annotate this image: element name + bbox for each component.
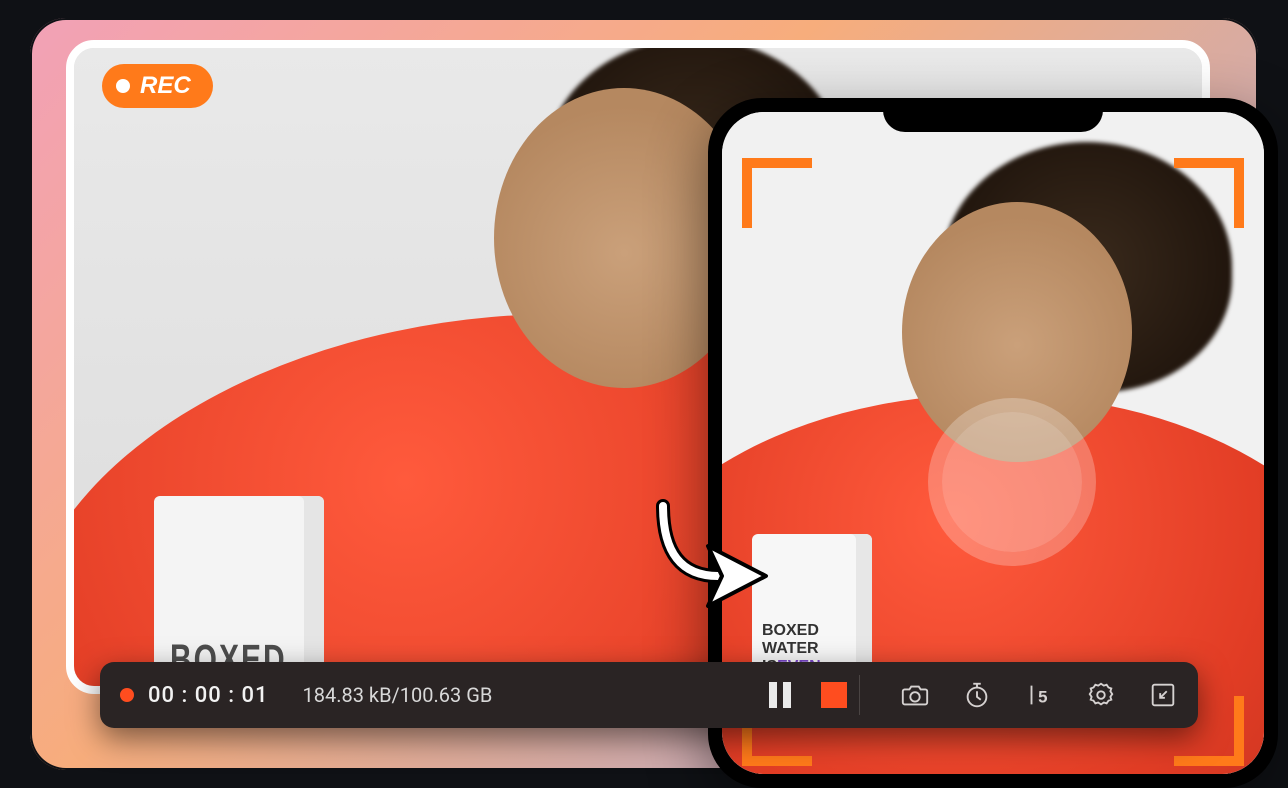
- rec-badge: REC: [102, 64, 213, 108]
- skip-seconds-button[interactable]: 5: [1022, 678, 1056, 712]
- stopwatch-icon: [962, 680, 992, 710]
- touch-indicator-icon: [942, 412, 1082, 552]
- recording-dot-icon: [120, 688, 134, 702]
- camera-icon: [900, 680, 930, 710]
- svg-text:5: 5: [1038, 688, 1047, 707]
- stop-button[interactable]: [817, 678, 851, 712]
- rec-label: REC: [140, 72, 191, 100]
- frame-corner-icon: [742, 158, 812, 228]
- frame-corner-icon: [1174, 158, 1244, 228]
- screenshot-button[interactable]: [898, 678, 932, 712]
- pause-button[interactable]: [763, 678, 797, 712]
- settings-button[interactable]: [1084, 678, 1118, 712]
- skip-seconds-icon: 5: [1024, 680, 1054, 710]
- toolbar-divider: [859, 675, 860, 715]
- stop-icon: [821, 682, 847, 708]
- minimize-button[interactable]: [1146, 678, 1180, 712]
- pause-icon: [769, 682, 791, 708]
- scheduled-record-button[interactable]: [960, 678, 994, 712]
- recording-toolbar: 00 : 00 : 01 184.83 kB/100.63 GB: [100, 662, 1198, 728]
- settings-gear-icon: [1086, 680, 1116, 710]
- phone-notch: [883, 98, 1103, 132]
- arrow-icon: [648, 486, 778, 620]
- shrink-window-icon: [1148, 680, 1178, 710]
- recording-timer: 00 : 00 : 01: [148, 683, 269, 708]
- app-stage: BOXED REC BOXED WATER ISEVEN BETTER.: [30, 18, 1258, 770]
- rec-dot-icon: [116, 79, 130, 93]
- storage-readout: 184.83 kB/100.63 GB: [303, 683, 493, 707]
